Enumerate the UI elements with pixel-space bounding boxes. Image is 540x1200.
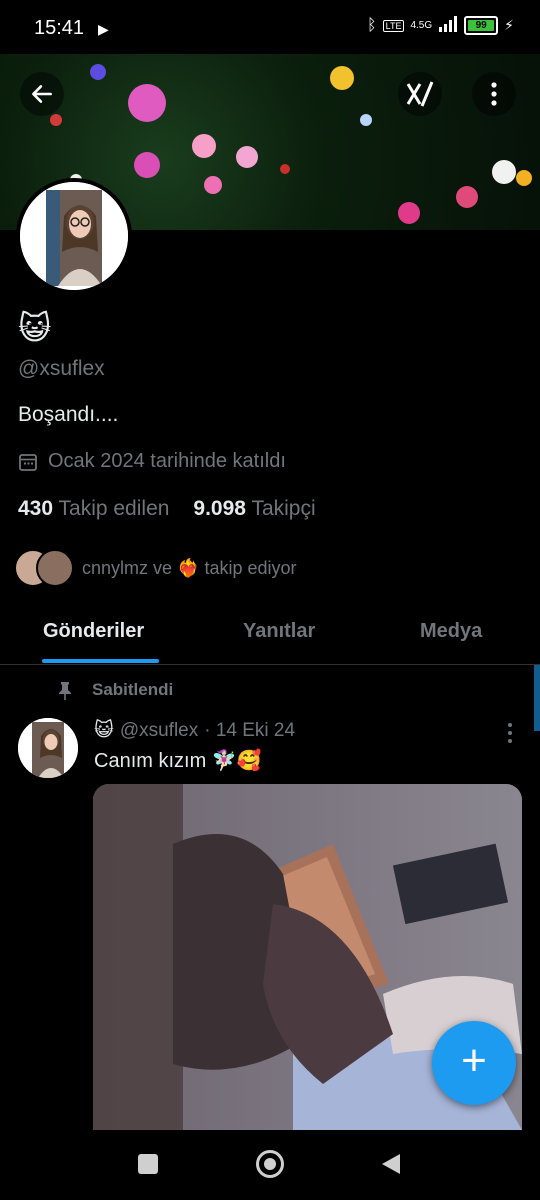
pinned-row: Sabitlendi (56, 680, 173, 700)
pinned-label: Sabitlendi (92, 680, 174, 699)
follow-stats: 430 Takip edilen 9.098 Takipçi (18, 497, 316, 521)
battery-icon: 99 (464, 16, 499, 35)
network-label: 4.5G (410, 20, 433, 31)
profile-handle: @xsuflex (18, 357, 105, 380)
followers-label: Takipçi (251, 497, 316, 520)
grok-icon (406, 81, 434, 107)
banner-flower (492, 160, 516, 184)
followed-by-row[interactable]: cnnylmz ve ❤️‍🔥 takip ediyor (14, 549, 297, 587)
profile-avatar[interactable] (16, 178, 132, 294)
tab-media[interactable]: Medya (420, 620, 482, 643)
scrollbar[interactable] (534, 665, 540, 731)
profile-bio: Boşandı.... (18, 403, 119, 426)
banner-flower (134, 152, 160, 178)
plus-icon: + (461, 1036, 487, 1085)
banner-flower (50, 114, 62, 126)
back-button[interactable] (20, 72, 64, 116)
joined-date: Ocak 2024 tarihinde katıldı (48, 450, 286, 472)
display-name: 😺 (18, 310, 52, 346)
following-label: Takip edilen (58, 497, 170, 520)
followers-stat[interactable]: 9.098 Takipçi (193, 497, 315, 521)
home-dot (264, 1158, 276, 1170)
post-avatar-image (18, 718, 78, 778)
status-bar: 15:41 ▶ ᛒ LTE 4.5G 99 ⚡ (0, 0, 540, 54)
pin-icon (59, 682, 71, 700)
more-button[interactable] (472, 72, 516, 116)
post-more-button[interactable] (498, 722, 522, 749)
triangle-back-icon (382, 1154, 400, 1174)
post-author-name[interactable]: 😺 (94, 719, 114, 742)
bluetooth-icon: ᛒ (367, 16, 377, 34)
signal-icon (438, 16, 458, 35)
banner-flower (192, 134, 216, 158)
tabs-divider (0, 664, 540, 665)
more-vertical-icon (491, 82, 497, 106)
followers-count: 9.098 (193, 497, 246, 520)
followed-by-text: cnnylmz ve ❤️‍🔥 takip ediyor (82, 557, 297, 578)
tab-replies[interactable]: Yanıtlar (243, 620, 315, 643)
following-stat[interactable]: 430 Takip edilen (18, 497, 169, 521)
grok-button[interactable] (398, 72, 442, 116)
mutual-avatar (36, 549, 74, 587)
active-tab-indicator (42, 659, 159, 663)
banner-flower (128, 84, 166, 122)
banner-flower (330, 66, 354, 90)
following-count: 430 (18, 497, 54, 520)
media-play-icon: ▶ (98, 21, 109, 37)
joined-row: Ocak 2024 tarihinde katıldı (18, 450, 286, 473)
post-header: 😺 @xsuflex · 14 Eki 24 (94, 719, 295, 742)
compose-button[interactable]: + (432, 1021, 516, 1105)
more-vertical-icon (508, 723, 512, 743)
banner-flower (360, 114, 372, 126)
system-nav-bar (0, 1130, 540, 1200)
banner-flower (90, 64, 106, 80)
home-button[interactable] (256, 1150, 284, 1178)
avatar-image (20, 182, 128, 290)
banner-flower (516, 170, 532, 186)
post-text: Canım kızım 🧚🏻‍♀️🥰 (94, 750, 262, 772)
status-time: 15:41 (34, 17, 85, 39)
profile-tabs: Gönderiler Yanıtlar Medya (0, 600, 540, 664)
volte-icon: LTE (382, 19, 405, 32)
battery-level: 99 (475, 20, 487, 31)
status-icons: ᛒ LTE 4.5G 99 ⚡ (367, 16, 514, 35)
tab-posts[interactable]: Gönderiler (43, 620, 144, 643)
post-author-handle[interactable]: @xsuflex (120, 720, 198, 742)
banner-flower (280, 164, 290, 174)
charging-icon: ⚡ (504, 17, 514, 33)
banner-flower (456, 186, 478, 208)
banner-flower (204, 176, 222, 194)
post-date[interactable]: · 14 Eki 24 (204, 720, 295, 742)
recents-button[interactable] (138, 1154, 158, 1174)
banner-flower (236, 146, 258, 168)
banner-flower (398, 202, 420, 224)
back-nav-button[interactable] (380, 1152, 402, 1181)
post-avatar[interactable] (18, 718, 78, 778)
arrow-left-icon (32, 85, 52, 103)
calendar-icon (19, 453, 37, 471)
